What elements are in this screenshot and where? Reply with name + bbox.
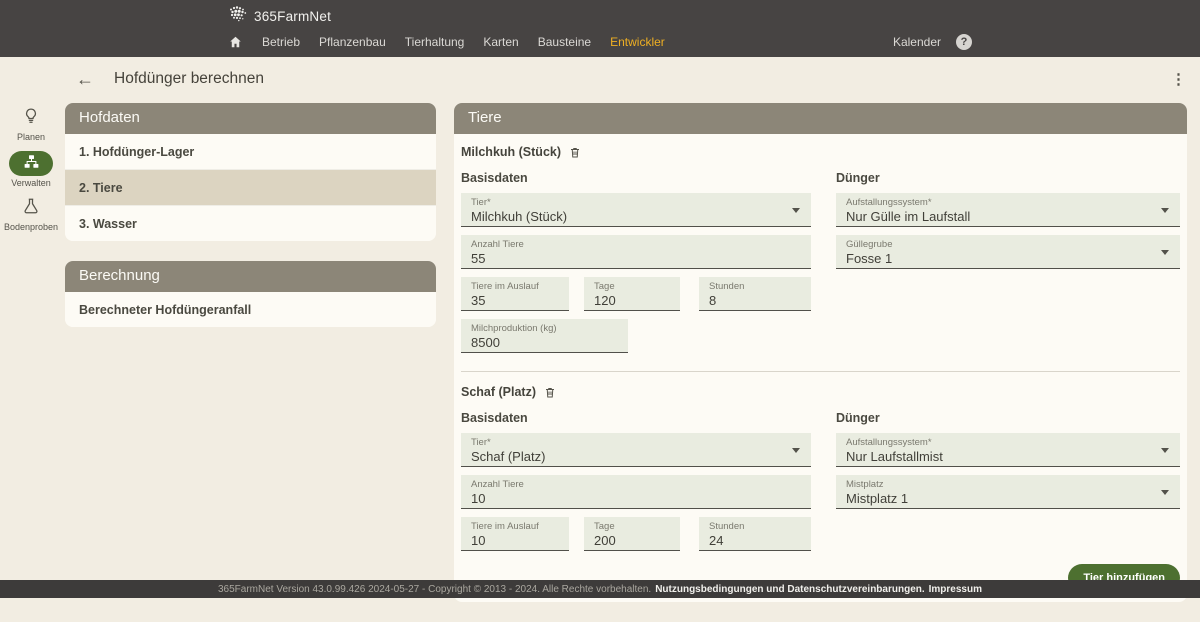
- sitemap-icon: [24, 154, 39, 174]
- nav-bausteine[interactable]: Bausteine: [538, 35, 591, 49]
- logo: 365FarmNet: [228, 0, 972, 29]
- stunden-input[interactable]: Stunden 24: [699, 517, 811, 551]
- duenger-label: Dünger: [836, 411, 1180, 425]
- chevron-down-icon: [792, 208, 800, 213]
- chevron-down-icon: [1161, 208, 1169, 213]
- logo-dots-icon: [228, 5, 250, 28]
- tier-select[interactable]: Tier* Schaf (Platz): [461, 433, 811, 467]
- chevron-down-icon: [1161, 250, 1169, 255]
- anzahl-tiere-input[interactable]: Anzahl Tiere 55: [461, 235, 811, 269]
- animal-section-schaf: Schaf (Platz) Basisdaten: [461, 385, 1180, 559]
- basisdaten-label: Basisdaten: [461, 171, 811, 185]
- tiere-im-auslauf-input[interactable]: Tiere im Auslauf 35: [461, 277, 569, 311]
- rail-label-planen: Planen: [17, 132, 45, 142]
- hofdaten-card: Hofdaten 1. Hofdünger-Lager 2. Tiere 3. …: [65, 103, 436, 241]
- sidebar-item-berechneter-hofduengeranfall[interactable]: Berechneter Hofdüngeranfall: [65, 292, 436, 327]
- chevron-down-icon: [1161, 448, 1169, 453]
- icon-rail: Planen Verwalten Bodenproben: [0, 100, 62, 241]
- main-nav: Betrieb Pflanzenbau Tierhaltung Karten B…: [228, 29, 972, 55]
- hofdaten-card-title: Hofdaten: [65, 103, 436, 134]
- aufstallungssystem-select[interactable]: Aufstallungssystem* Nur Laufstallmist: [836, 433, 1180, 467]
- footer-terms-link[interactable]: Nutzungsbedingungen und Datenschutzverei…: [655, 584, 924, 595]
- verwalten-active-pill: [9, 151, 53, 176]
- tiere-card-title: Tiere: [454, 103, 1187, 134]
- tage-input[interactable]: Tage 200: [584, 517, 680, 551]
- back-arrow-icon[interactable]: ←: [76, 70, 94, 88]
- section-divider: [461, 371, 1180, 372]
- nav-betrieb[interactable]: Betrieb: [262, 35, 300, 49]
- tier-select[interactable]: Tier* Milchkuh (Stück): [461, 193, 811, 227]
- animal-name: Milchkuh (Stück): [461, 145, 561, 159]
- sidebar-item-hofduenger-lager[interactable]: 1. Hofdünger-Lager: [65, 134, 436, 170]
- milchproduktion-input[interactable]: Milchproduktion (kg) 8500: [461, 319, 628, 353]
- page-header: ← Hofdünger berechnen ⋮: [0, 57, 1200, 100]
- footer: 365FarmNet Version 43.0.99.426 2024-05-2…: [0, 580, 1200, 598]
- berechnung-card-title: Berechnung: [65, 261, 436, 292]
- footer-impressum-link[interactable]: Impressum: [929, 584, 982, 595]
- basisdaten-label: Basisdaten: [461, 411, 811, 425]
- logo-text: 365FarmNet: [254, 9, 331, 24]
- berechnung-card: Berechnung Berechneter Hofdüngeranfall: [65, 261, 436, 327]
- stunden-input[interactable]: Stunden 8: [699, 277, 811, 311]
- tiere-card: Tiere Milchkuh (Stück): [454, 103, 1187, 602]
- tiere-im-auslauf-input[interactable]: Tiere im Auslauf 10: [461, 517, 569, 551]
- mistplatz-select[interactable]: Mistplatz Mistplatz 1: [836, 475, 1180, 509]
- sidebar-item-wasser[interactable]: 3. Wasser: [65, 206, 436, 241]
- nav-karten[interactable]: Karten: [483, 35, 518, 49]
- home-icon[interactable]: [228, 35, 243, 49]
- nav-entwickler[interactable]: Entwickler: [610, 35, 665, 49]
- animal-section-milchkuh: Milchkuh (Stück) Basisdaten: [461, 145, 1180, 361]
- trash-icon[interactable]: [569, 146, 581, 159]
- help-icon[interactable]: ?: [956, 34, 972, 50]
- rail-item-bodenproben[interactable]: Bodenproben: [4, 197, 58, 232]
- sidebar: Hofdaten 1. Hofdünger-Lager 2. Tiere 3. …: [65, 103, 436, 347]
- chevron-down-icon: [792, 448, 800, 453]
- anzahl-tiere-input[interactable]: Anzahl Tiere 10: [461, 475, 811, 509]
- rail-label-bodenproben: Bodenproben: [4, 222, 58, 232]
- sidebar-item-tiere[interactable]: 2. Tiere: [65, 170, 436, 206]
- nav-tierhaltung[interactable]: Tierhaltung: [405, 35, 465, 49]
- flask-icon: [22, 197, 40, 220]
- page-title: Hofdünger berechnen: [114, 70, 264, 88]
- rail-item-planen[interactable]: Planen: [17, 106, 45, 142]
- nav-kalender[interactable]: Kalender: [893, 35, 941, 49]
- guellegrube-select[interactable]: Güllegrube Fosse 1: [836, 235, 1180, 269]
- animal-name: Schaf (Platz): [461, 385, 536, 399]
- nav-pflanzenbau[interactable]: Pflanzenbau: [319, 35, 386, 49]
- aufstallungssystem-select[interactable]: Aufstallungssystem* Nur Gülle im Laufsta…: [836, 193, 1180, 227]
- chevron-down-icon: [1161, 490, 1169, 495]
- rail-item-verwalten[interactable]: Verwalten: [9, 151, 53, 188]
- footer-version-text: 365FarmNet Version 43.0.99.426 2024-05-2…: [218, 584, 651, 595]
- duenger-label: Dünger: [836, 171, 1180, 185]
- tage-input[interactable]: Tage 120: [584, 277, 680, 311]
- topbar: 365FarmNet Betrieb Pflanzenbau Tierhaltu…: [0, 0, 1200, 57]
- lightbulb-icon: [22, 106, 40, 130]
- trash-icon[interactable]: [544, 386, 556, 399]
- kebab-menu-icon[interactable]: ⋮: [1171, 70, 1186, 88]
- rail-label-verwalten: Verwalten: [11, 178, 51, 188]
